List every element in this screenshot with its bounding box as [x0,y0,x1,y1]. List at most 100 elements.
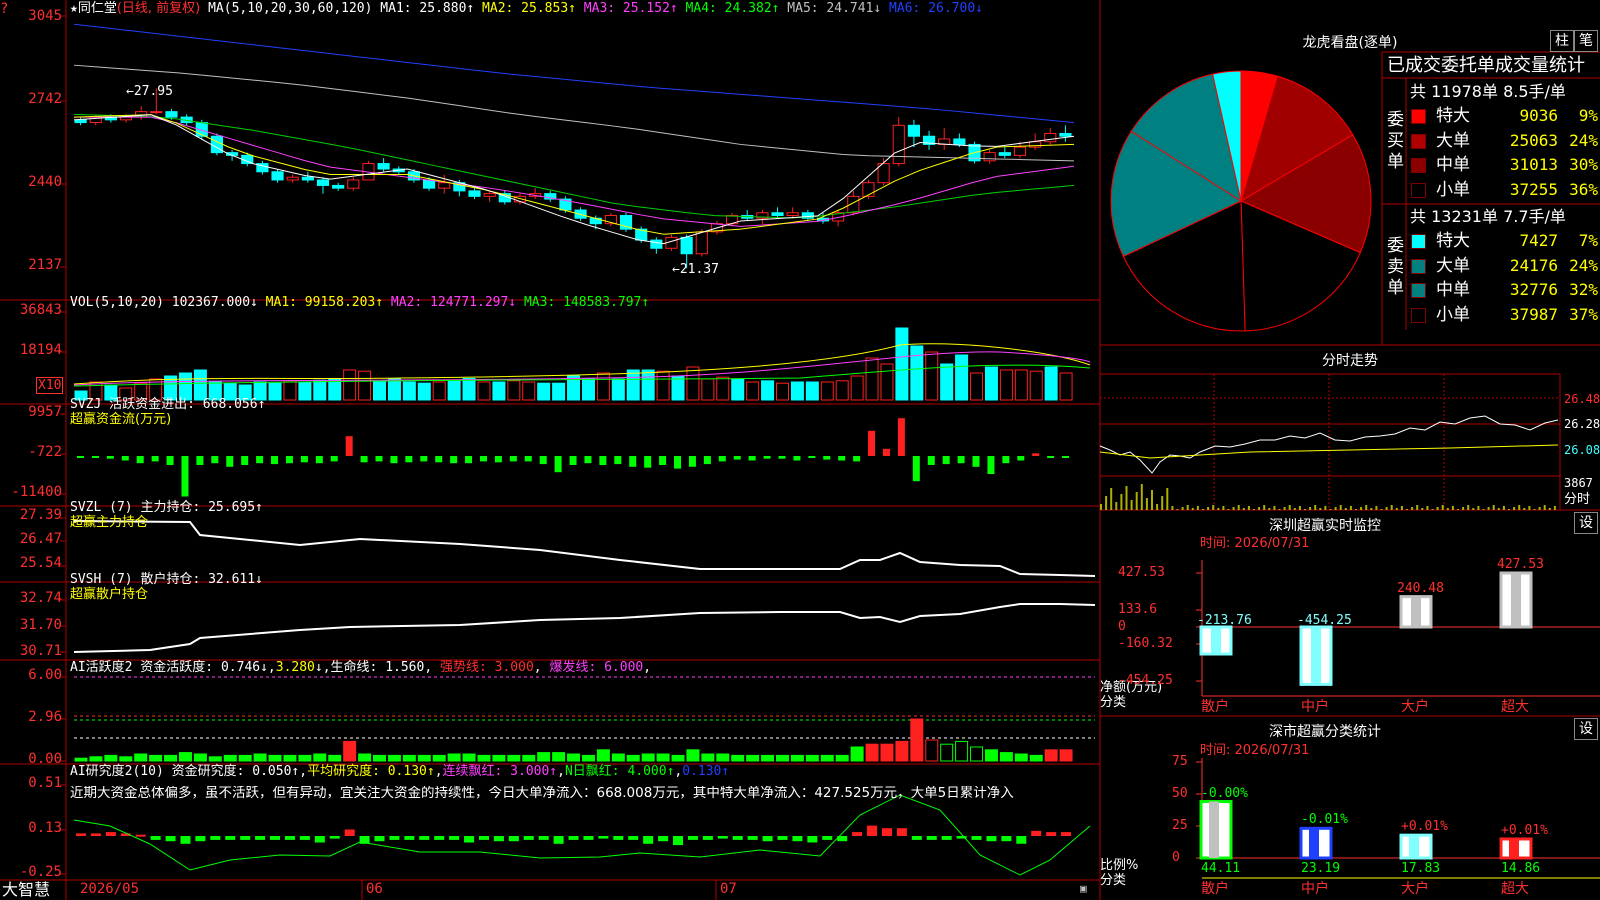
volume-bar [447,380,461,401]
activity-bar [193,753,207,762]
research-bar [389,836,400,840]
sz-class-settings-button[interactable]: 设 [1574,718,1598,740]
sz-monitor-bar-value: -213.76 [1197,613,1252,628]
svzj-bar [435,456,443,463]
activity-bar [910,718,924,762]
volume-bar [522,381,536,401]
svzj-bar [494,456,502,463]
activity-bar [477,754,491,762]
candle-body [316,179,330,186]
activity-bar [223,754,237,762]
research-bar [852,832,863,836]
order-size-volume: 7427 [1519,231,1558,250]
ma6-line [73,23,1075,124]
svzj-bar [629,456,637,467]
sz-monitor-bar-inner [1211,627,1221,654]
candle-body [680,236,693,255]
activity-bar [89,756,103,762]
candle-body [862,182,875,197]
activity-bar [984,749,998,762]
sz-monitor-bar-inner [1511,573,1521,627]
candle-body [438,182,451,189]
intraday-tick: 26.48 [1564,392,1600,406]
volume-bar [298,381,312,401]
activity-bar [462,753,476,762]
intraday-vol-label: 分时 [1564,492,1591,507]
sz-class-bar-inner [1309,828,1319,858]
activity-bar [880,743,894,762]
activity-bar [820,754,834,762]
sz-class-value: 23.19 [1301,861,1341,876]
svzl-tick: 25.54 [19,555,62,571]
research-bar [583,836,594,840]
sz-monitor-tick: -160.32 [1118,636,1173,651]
stock-name[interactable]: 同仁堂 [78,1,117,16]
svzj-bar [569,456,577,465]
activity-bar [626,754,640,762]
activity-bar [1044,749,1058,762]
research-bar [1001,836,1012,842]
svzj-bar [271,456,279,465]
bar-mode-button[interactable]: 柱 [1550,30,1574,52]
research-bar [404,836,415,840]
svzj-bar [226,456,234,467]
candle-body [892,124,905,165]
volume-bar [671,375,685,401]
chart-mode[interactable]: (日线, 前复权) [117,1,200,16]
order-size-label: 小单 [1436,304,1470,325]
order-size-volume: 37255 [1509,179,1558,199]
svzj-bar [181,456,189,497]
candle-body [271,171,284,181]
volume-bar [850,375,864,401]
star-icon[interactable]: ★ [70,1,78,16]
research-last: 0.130↑ [682,764,730,779]
volume-bar [611,378,625,401]
price-tick: 2440 [28,174,62,190]
candle-body [286,176,299,181]
svzj-bar [853,456,861,462]
svzj-bar [614,456,622,465]
sz-monitor-settings-button[interactable]: 设 [1574,512,1598,534]
svzj-bar [703,456,711,465]
order-size-label: 大单 [1436,255,1470,276]
research-line [73,794,1091,876]
ma2-line [73,114,1075,235]
research-bar [941,836,952,840]
activity-bar [805,754,819,762]
activity-bar [178,752,192,762]
activity-bar [656,753,670,762]
svzj-bar [882,448,890,456]
order-size-pct: 36% [1569,179,1598,199]
tick-mode-button[interactable]: 笔 [1574,30,1598,52]
svzj-bar [927,456,935,465]
lock-icon[interactable]: ▣ [1080,881,1087,896]
activity-tick: 6.00 [28,667,62,683]
svzj-bar [465,456,473,464]
order-size-volume: 24176 [1509,255,1558,275]
volume-bar [1044,366,1058,401]
order-size-label: 中单 [1436,155,1470,175]
research-bar [493,836,504,842]
activity-bar [686,749,700,762]
strong-line-label: 强势线: 3.000 [440,660,534,675]
research-bar [225,836,236,840]
research-bar [807,836,818,843]
order-size-volume: 31013 [1509,155,1558,174]
vol-tick: 18194 [19,342,62,358]
research-tick: 0.13 [28,820,62,836]
sz-monitor-tick: 0 [1118,619,1126,634]
candle-body [1013,146,1027,156]
sz-monitor-xlabel: 分类 [1100,695,1127,710]
volume-bar [313,379,327,401]
svzj-bars [77,418,1070,497]
research-bar [822,836,833,840]
sz-class-tick: 25 [1172,818,1188,833]
order-size-pct: 24% [1569,255,1598,275]
volume-bars [73,327,1091,401]
research-bar [449,836,460,840]
svzj-bar [300,456,308,463]
sz-class-title: 深市超赢分类统计 [1269,724,1381,740]
sz-class-value: 14.86 [1501,861,1541,876]
research-bar [926,836,937,840]
activity-bar [373,754,387,762]
